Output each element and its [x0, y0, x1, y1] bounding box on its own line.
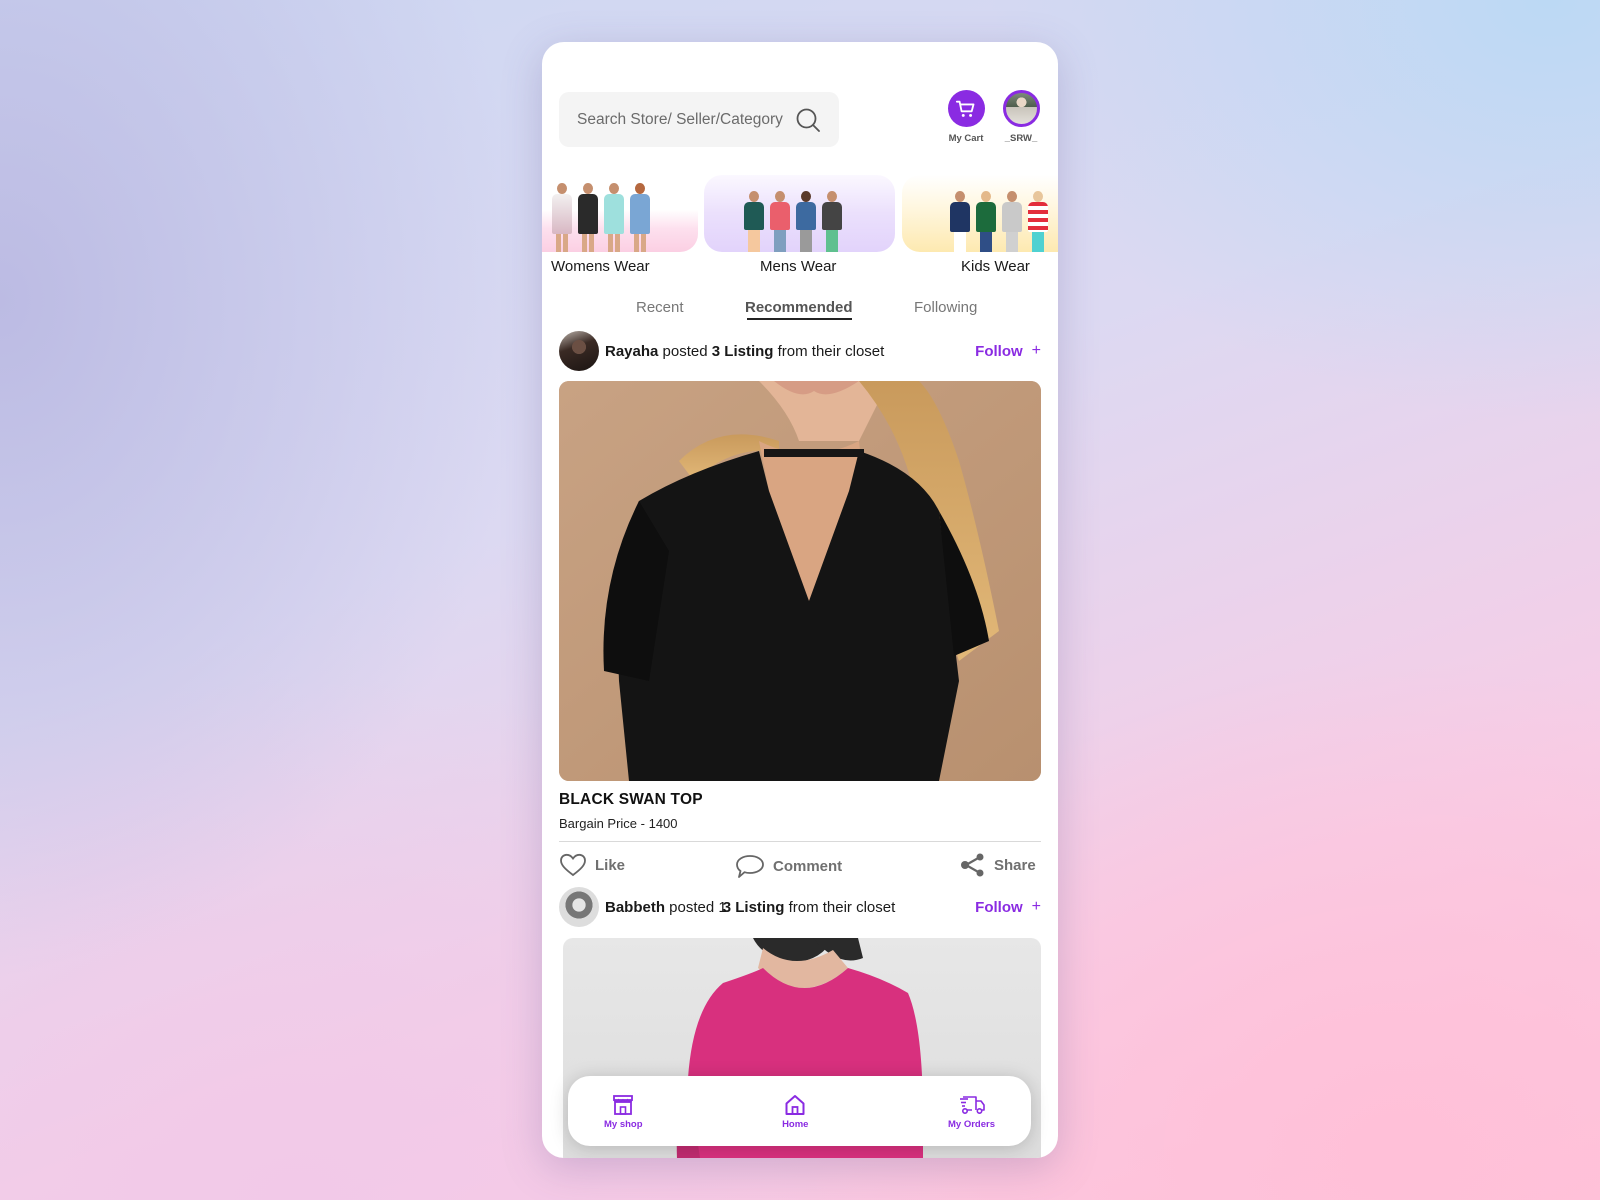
user-label: _SRW_	[1004, 133, 1038, 144]
search-input[interactable]	[577, 110, 789, 129]
my-cart-button[interactable]: My Cart	[936, 90, 996, 144]
item-price: Bargain Price - 1400	[559, 816, 678, 831]
share-button[interactable]: Share	[960, 853, 1036, 877]
product-image[interactable]	[559, 381, 1041, 781]
bottom-nav: My shop Home My Orders	[568, 1076, 1031, 1146]
nav-my-shop[interactable]: My shop	[604, 1093, 643, 1130]
nav-my-orders[interactable]: My Orders	[948, 1093, 995, 1130]
plus-icon: +	[1031, 898, 1041, 915]
category-label-kids: Kids Wear	[961, 258, 1030, 275]
like-button[interactable]: Like	[559, 853, 625, 877]
kids-wear-image	[950, 191, 1048, 252]
plus-icon: +	[1031, 342, 1041, 359]
follow-button[interactable]: Follow +	[975, 342, 1041, 360]
listing-count: 3 Listing	[722, 898, 785, 916]
category-mens-wear[interactable]	[704, 175, 895, 252]
cart-label: My Cart	[948, 133, 984, 144]
tab-following[interactable]: Following	[914, 299, 977, 316]
share-icon	[961, 853, 984, 877]
follow-button[interactable]: Follow +	[975, 898, 1041, 916]
heart-icon	[560, 853, 586, 877]
home-icon	[785, 1094, 805, 1115]
post-header: Babbeth posted 13 Listing from their clo…	[559, 887, 1041, 927]
category-womens-wear[interactable]	[542, 175, 698, 252]
category-label-mens: Mens Wear	[760, 258, 837, 275]
post-header: Rayaha posted 3 Listing from their close…	[559, 331, 1041, 371]
womens-wear-image	[552, 183, 650, 252]
listing-count: 3 Listing	[711, 342, 774, 360]
tab-recent[interactable]: Recent	[636, 299, 684, 316]
cart-icon	[947, 90, 985, 127]
comment-button[interactable]: Comment	[735, 853, 842, 879]
search-icon[interactable]	[795, 107, 821, 133]
store-icon	[613, 1094, 634, 1115]
post-summary: Babbeth posted 13 Listing from their clo…	[605, 898, 896, 916]
poster-avatar[interactable]	[559, 331, 599, 371]
tab-recommended[interactable]: Recommended	[745, 299, 853, 316]
phone-screen: My Cart _SRW_ Womens Wear Mens Wear	[542, 42, 1058, 1158]
poster-avatar[interactable]	[559, 887, 599, 927]
divider	[559, 841, 1041, 842]
poster-name[interactable]: Rayaha	[605, 343, 658, 360]
user-profile-button[interactable]: _SRW_	[991, 90, 1051, 144]
item-title[interactable]: BLACK SWAN TOP	[559, 791, 703, 809]
post-summary: Rayaha posted 3 Listing from their close…	[605, 342, 885, 360]
truck-icon	[959, 1095, 985, 1114]
category-label-womens: Womens Wear	[551, 258, 650, 275]
user-avatar	[1002, 90, 1040, 127]
search-bar[interactable]	[559, 92, 839, 147]
active-tab-indicator	[747, 318, 852, 320]
black-top-photo	[559, 381, 1041, 781]
poster-name[interactable]: Babbeth	[605, 899, 665, 916]
mens-wear-image	[744, 191, 842, 252]
nav-home[interactable]: Home	[782, 1093, 808, 1130]
category-kids-wear[interactable]	[902, 175, 1058, 252]
comment-icon	[736, 855, 764, 878]
